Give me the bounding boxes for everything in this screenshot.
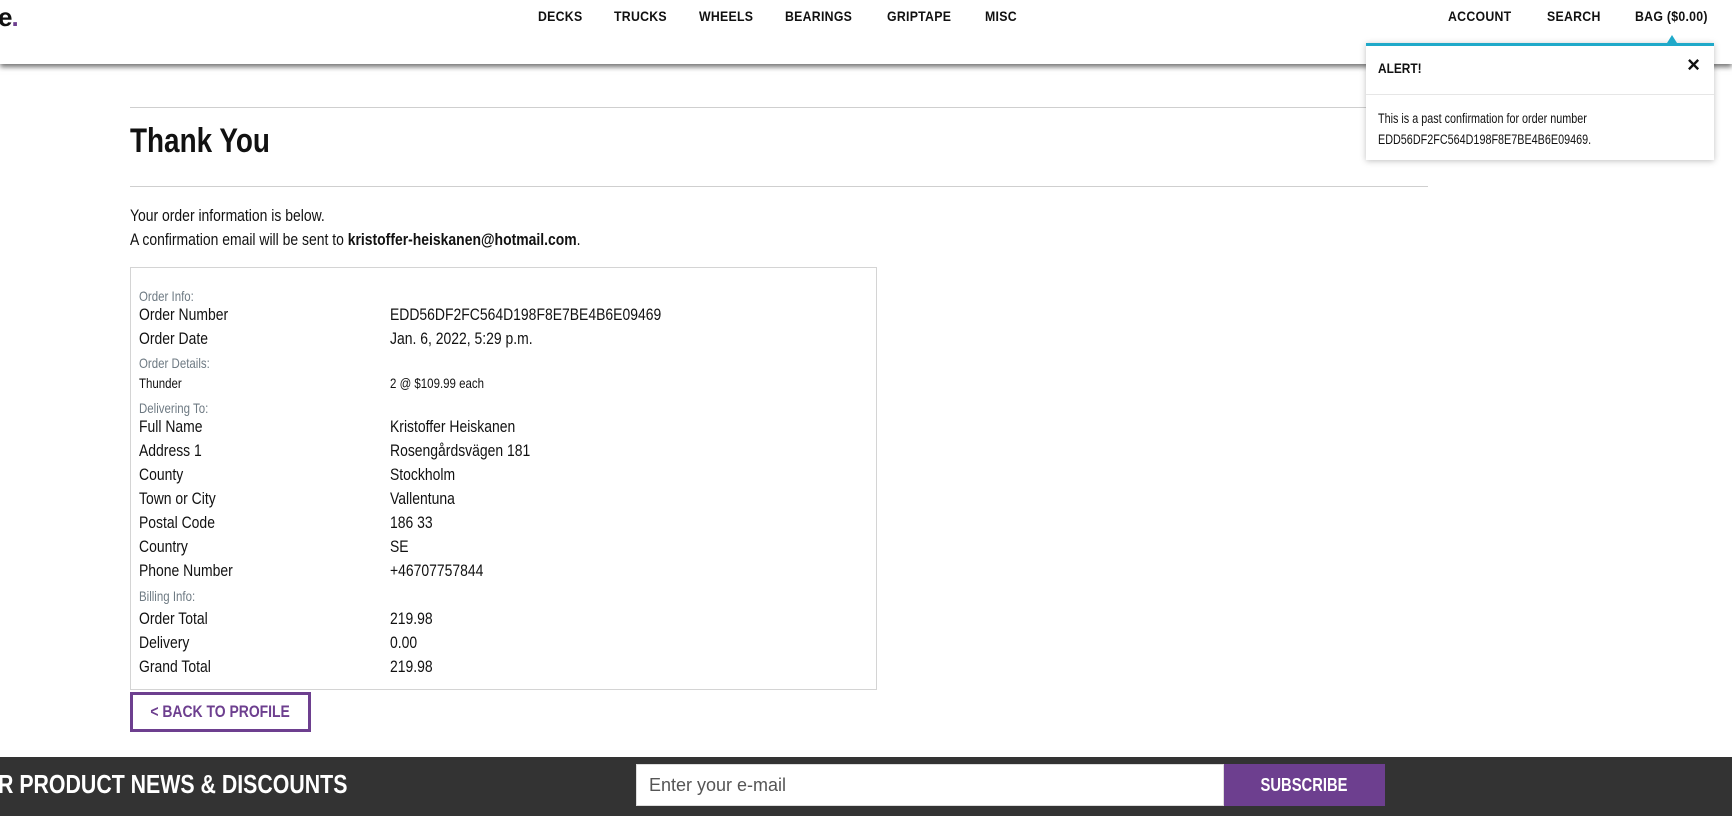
intro-line: Your order information is below. xyxy=(130,206,325,225)
nav-item-decks[interactable]: DECKS xyxy=(538,8,582,24)
alert-message-line: EDD56DF2FC564D198F8E7BE4B6E09469. xyxy=(1378,132,1592,147)
county-label: County xyxy=(139,465,184,484)
newsletter-heading: R PRODUCT NEWS & DISCOUNTS xyxy=(0,769,348,799)
phone-value: +46707757844 xyxy=(390,561,484,580)
intro-text: Your order information is below. A confi… xyxy=(130,204,581,252)
alert-caret xyxy=(1667,35,1677,43)
country-label: Country xyxy=(139,537,188,556)
intro-suffix: . xyxy=(576,230,581,249)
logo-dot: . xyxy=(11,2,18,32)
full-name-value: Kristoffer Heiskanen xyxy=(390,417,516,436)
back-to-profile-label: < BACK TO PROFILE xyxy=(150,702,291,721)
page-title: Thank You xyxy=(130,122,270,160)
order-total-label: Order Total xyxy=(139,609,208,628)
order-summary: Order Info: Order Number EDD56DF2FC564D1… xyxy=(130,267,877,690)
alert-divider xyxy=(1366,94,1714,95)
nav-item-bearings[interactable]: BEARINGS xyxy=(785,8,852,24)
nav-item-misc[interactable]: MISC xyxy=(985,8,1017,24)
divider xyxy=(130,186,1428,187)
address1-label: Address 1 xyxy=(139,441,202,460)
search-link[interactable]: SEARCH xyxy=(1547,8,1601,24)
main-nav: DECKS TRUCKS WHEELS BEARINGS GRIPTAPE MI… xyxy=(538,8,1046,24)
confirmation-email: kristoffer-heiskanen@hotmail.com xyxy=(347,230,577,249)
site-logo[interactable]: e. xyxy=(0,2,19,33)
alert-message: This is a past confirmation for order nu… xyxy=(1378,108,1690,150)
nav-item-griptape[interactable]: GRIPTAPE xyxy=(887,8,951,24)
order-number-value: EDD56DF2FC564D198F8E7BE4B6E09469 xyxy=(390,305,662,324)
town-value: Vallentuna xyxy=(390,489,455,508)
nav-item-trucks[interactable]: TRUCKS xyxy=(614,8,667,24)
alert-toast: ALERT! × This is a past confirmation for… xyxy=(1366,43,1714,160)
subscribe-button[interactable]: SUBSCRIBE xyxy=(1224,764,1385,806)
county-value: Stockholm xyxy=(390,465,456,484)
section-heading-billing-info: Billing Info: xyxy=(139,588,196,604)
delivery-label: Delivery xyxy=(139,633,190,652)
order-number-label: Order Number xyxy=(139,305,229,324)
phone-label: Phone Number xyxy=(139,561,233,580)
order-date-value: Jan. 6, 2022, 5:29 p.m. xyxy=(390,329,533,348)
grand-total-label: Grand Total xyxy=(139,657,211,676)
section-heading-order-info: Order Info: xyxy=(139,288,194,304)
alert-message-line: This is a past confirmation for order nu… xyxy=(1378,111,1587,126)
item-qty-price: 2 @ $109.99 each xyxy=(390,375,485,391)
order-total-value: 219.98 xyxy=(390,609,433,628)
grand-total-value: 219.98 xyxy=(390,657,433,676)
logo-text: e xyxy=(0,2,13,32)
divider xyxy=(130,107,1428,108)
section-heading-delivering-to: Delivering To: xyxy=(139,400,209,416)
intro-prefix: A confirmation email will be sent to xyxy=(130,230,348,249)
item-name: Thunder xyxy=(139,375,182,391)
order-date-label: Order Date xyxy=(139,329,208,348)
delivery-value: 0.00 xyxy=(390,633,418,652)
section-heading-order-details: Order Details: xyxy=(139,355,210,371)
alert-title: ALERT! xyxy=(1378,60,1422,76)
country-value: SE xyxy=(390,537,409,556)
account-link[interactable]: ACCOUNT xyxy=(1448,8,1511,24)
town-label: Town or City xyxy=(139,489,216,508)
address1-value: Rosengårdsvägen 181 xyxy=(390,441,531,460)
nav-item-wheels[interactable]: WHEELS xyxy=(699,8,753,24)
utility-nav: ACCOUNT SEARCH BAG ($0.00) xyxy=(1448,8,1732,24)
newsletter-email-input[interactable] xyxy=(636,764,1224,806)
subscribe-label: SUBSCRIBE xyxy=(1261,774,1348,795)
newsletter-bar: R PRODUCT NEWS & DISCOUNTS SUBSCRIBE xyxy=(0,757,1732,816)
postal-code-value: 186 33 xyxy=(390,513,433,532)
postal-code-label: Postal Code xyxy=(139,513,215,532)
full-name-label: Full Name xyxy=(139,417,203,436)
back-to-profile-button[interactable]: < BACK TO PROFILE xyxy=(130,692,311,732)
close-icon[interactable]: × xyxy=(1687,54,1700,76)
bag-link[interactable]: BAG ($0.00) xyxy=(1635,8,1708,24)
intro-line: A confirmation email will be sent to kri… xyxy=(130,228,581,252)
